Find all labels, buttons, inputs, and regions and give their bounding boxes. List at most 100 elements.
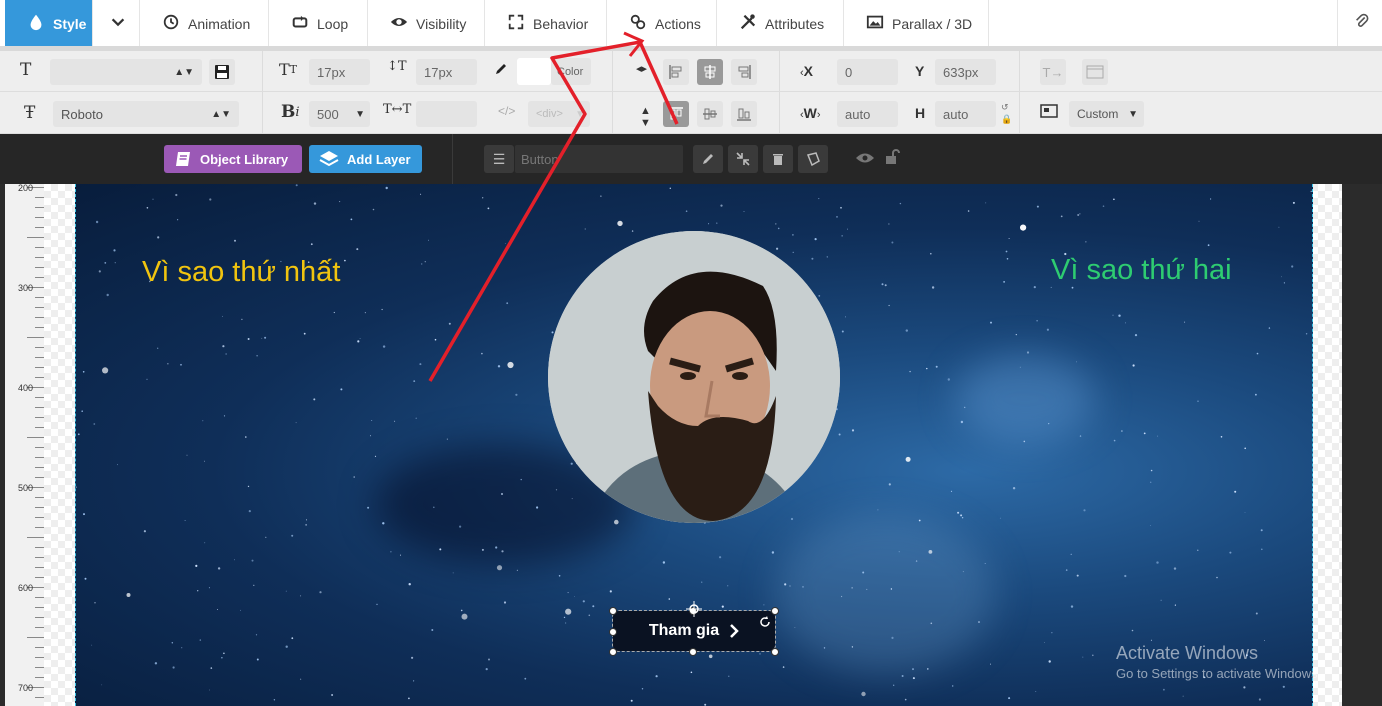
star xyxy=(415,417,417,419)
star xyxy=(247,485,250,488)
y-position-input[interactable]: 633px xyxy=(935,59,996,85)
tab-style[interactable]: Style xyxy=(5,0,93,47)
star xyxy=(357,340,360,343)
valign-bottom-button[interactable] xyxy=(731,101,757,127)
style-dropdown-toggle[interactable] xyxy=(93,0,140,47)
align-right-button[interactable] xyxy=(731,59,757,85)
align-center-button[interactable] xyxy=(697,59,723,85)
watermark-subtitle: Go to Settings to activate Windows. xyxy=(1116,666,1322,681)
star xyxy=(582,600,585,603)
star xyxy=(408,697,410,700)
layer-menu-button[interactable]: ☰ xyxy=(484,145,514,173)
ruler-tick xyxy=(35,627,44,628)
avatar-portrait[interactable] xyxy=(548,231,840,523)
letter-spacing-input[interactable] xyxy=(416,101,477,127)
star xyxy=(759,653,761,655)
layer-visibility-toggle[interactable] xyxy=(855,151,875,170)
star xyxy=(536,506,539,509)
star xyxy=(802,586,804,588)
resize-handle[interactable] xyxy=(689,648,697,656)
duplicate-layer-button[interactable] xyxy=(728,145,758,173)
star xyxy=(408,583,411,586)
star xyxy=(251,559,254,562)
rotate-icon[interactable] xyxy=(759,615,771,633)
font-size-input[interactable]: 17px xyxy=(309,59,370,85)
resize-handle[interactable] xyxy=(771,607,779,615)
star xyxy=(223,415,226,417)
tab-parallax-3d[interactable]: Parallax / 3D xyxy=(844,0,989,47)
star xyxy=(716,222,718,224)
save-preset-button[interactable] xyxy=(209,59,235,85)
add-layer-button[interactable]: Add Layer xyxy=(309,145,422,173)
cover-mode-select[interactable]: Custom ▼ xyxy=(1069,101,1144,127)
star xyxy=(152,198,154,200)
preset-select[interactable]: ▲▼ xyxy=(50,59,202,85)
color-picker-button[interactable]: Color xyxy=(551,58,591,85)
heading-right[interactable]: Vì sao thứ hai xyxy=(1051,254,1232,287)
layer-lock-toggle[interactable] xyxy=(884,149,900,170)
star xyxy=(157,347,159,349)
star xyxy=(295,422,297,424)
font-weight-select[interactable]: 500 ▼ xyxy=(309,101,370,127)
ruler-tick xyxy=(35,527,44,528)
ruler-tick xyxy=(35,547,44,548)
move-anchor-icon[interactable] xyxy=(686,601,702,622)
layer-name-input[interactable]: Button xyxy=(515,145,683,173)
star xyxy=(1198,220,1200,222)
color-swatch[interactable] xyxy=(517,58,551,85)
font-family-select[interactable]: Roboto ▲▼ xyxy=(53,101,239,127)
heading-left[interactable]: Vì sao thứ nhất xyxy=(142,256,340,289)
star xyxy=(841,235,843,237)
shape-icon xyxy=(806,152,820,166)
object-library-button[interactable]: Object Library xyxy=(164,145,302,173)
star xyxy=(719,556,722,559)
pin-button[interactable] xyxy=(1337,0,1382,47)
width-input[interactable]: auto xyxy=(837,101,898,127)
height-input[interactable]: auto xyxy=(935,101,996,127)
delete-layer-button[interactable] xyxy=(763,145,793,173)
tab-loop[interactable]: Loop xyxy=(269,0,368,47)
resize-handle[interactable] xyxy=(771,648,779,656)
star xyxy=(248,510,251,513)
resize-handle[interactable] xyxy=(609,648,617,656)
tab-animation[interactable]: Animation xyxy=(140,0,269,47)
line-height-input[interactable]: 17px xyxy=(416,59,477,85)
star xyxy=(1102,205,1105,207)
star xyxy=(1023,440,1026,443)
ruler-tick xyxy=(27,537,44,538)
windows-activation-watermark: Activate Windows Go to Settings to activ… xyxy=(1116,643,1321,681)
valign-middle-button[interactable] xyxy=(697,101,723,127)
tab-actions[interactable]: Actions xyxy=(607,0,717,47)
layout-button[interactable] xyxy=(1082,59,1108,85)
layer-shape-button[interactable] xyxy=(798,145,828,173)
tab-attributes[interactable]: Attributes xyxy=(717,0,844,47)
star xyxy=(720,204,723,207)
star xyxy=(841,330,844,333)
star xyxy=(208,587,210,589)
align-left-button[interactable] xyxy=(663,59,689,85)
star xyxy=(255,634,258,636)
resize-handle[interactable] xyxy=(609,607,617,615)
valign-top-button[interactable] xyxy=(663,101,689,127)
text-transform-button[interactable]: T→ xyxy=(1040,59,1066,85)
html-tag-select[interactable]: <div> ▼ xyxy=(528,101,590,127)
resize-handle[interactable] xyxy=(609,628,617,636)
ruler-tick xyxy=(35,227,44,228)
droplet-icon xyxy=(27,13,45,34)
tab-visibility[interactable]: Visibility xyxy=(368,0,485,47)
star xyxy=(306,519,307,521)
edit-layer-button[interactable] xyxy=(693,145,723,173)
lock-ratio-icon[interactable]: ↺ 🔒 xyxy=(1001,101,1012,125)
divider xyxy=(1019,92,1020,133)
tab-attributes-label: Attributes xyxy=(765,15,825,32)
x-position-input[interactable]: 0 xyxy=(837,59,898,85)
h-label: H xyxy=(915,105,926,121)
star xyxy=(367,506,370,509)
star xyxy=(866,588,868,590)
star xyxy=(1036,205,1039,208)
star xyxy=(371,420,373,421)
pencil-icon xyxy=(703,154,713,164)
tab-behavior[interactable]: Behavior xyxy=(485,0,607,47)
star xyxy=(291,534,294,537)
divider xyxy=(779,92,780,133)
